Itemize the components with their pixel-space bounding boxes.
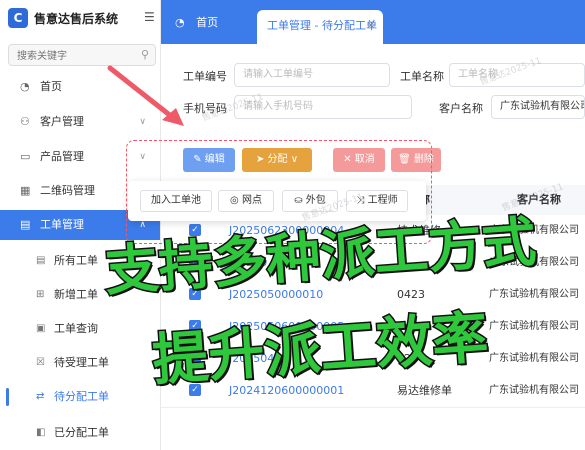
customer-select[interactable]: 广东试验机有限公司 [491, 95, 585, 119]
customer-cell: 广东试验机有限公司 [489, 289, 579, 300]
customer-cell: 广东试验机有限公司 [489, 353, 579, 364]
app-logo-icon: C [8, 8, 28, 28]
order-no-link[interactable]: J2025050000010 [229, 279, 323, 311]
order-no-link[interactable]: J20250 [229, 247, 267, 279]
sidebar-subitem-label: 所有工单 [54, 254, 98, 267]
pointer-arrow-icon [107, 65, 184, 126]
app-title: 售意达售后系统 [34, 12, 119, 26]
order-no-link[interactable]: J2024120600000001 [229, 375, 344, 407]
row-checkbox[interactable]: ✓ [189, 384, 201, 396]
table-row[interactable]: ✓ J20250 广东试验机有限公司 [161, 247, 585, 280]
customer-cell: 广东试验机有限公司 [489, 321, 579, 332]
sidebar-subitem-query[interactable]: ▣ 工单查询 [0, 314, 160, 344]
table-row[interactable]: ✓ J2025050000010 0423 广东试验机有限公司 [161, 279, 585, 312]
assigned-icon: ◧ [36, 427, 46, 438]
list-icon: ▤ [36, 255, 46, 266]
customer-label: 客户名称 [439, 102, 483, 115]
order-no-link[interactable]: J202504 [229, 343, 274, 375]
row-checkbox[interactable]: ✓ [189, 256, 201, 268]
menu-collapse-icon[interactable]: ☰ [144, 10, 155, 24]
table-row[interactable]: ✓ J2024120600000001 易达维修单 广东试验机有限公司 [161, 375, 585, 408]
sidebar-subitem-label: 已分配工单 [54, 426, 109, 439]
table-row[interactable]: ✓ J202504 1206 广东试验机有限公司 [161, 343, 585, 376]
assign-icon: ⇄ [36, 391, 45, 402]
add-doc-icon: ⊞ [36, 289, 45, 300]
row-checkbox[interactable]: ✓ [189, 352, 201, 364]
qrcode-icon: ▦ [20, 184, 31, 197]
sidebar-subitem-label: 待受理工单 [54, 356, 109, 369]
customer-cell: 广东试验机有限公司 [489, 225, 579, 236]
tab-label: 工单管理 - 待分配工单 [267, 19, 377, 32]
sidebar-subitem-assigned[interactable]: ◧ 已分配工单 [0, 418, 160, 448]
order-no-link[interactable]: J2025050600000005 [229, 311, 344, 343]
sidebar-subitem-label: 新增工单 [54, 288, 98, 301]
sidebar-subitem-to-assign[interactable]: ⇄ 待分配工单 [0, 382, 160, 412]
close-icon[interactable]: × [367, 10, 375, 42]
highlight-dashed-box [126, 140, 432, 244]
table-row[interactable]: ✓ J2025050600000005 广东试验机有限公司 [161, 311, 585, 344]
sidebar-subitem-new-order[interactable]: ⊞ 新增工单 [0, 280, 160, 310]
search-icon[interactable]: ⚲ [141, 48, 149, 61]
pending-icon: ☒ [36, 357, 45, 368]
sidebar-item-label: 客户管理 [40, 115, 84, 128]
box-icon: ▭ [20, 150, 31, 163]
search-doc-icon: ▣ [36, 323, 46, 334]
tab-to-assign-orders[interactable]: 工单管理 - 待分配工单 × [257, 10, 383, 44]
sidebar-subitem-label: 待分配工单 [54, 390, 109, 403]
order-no-input[interactable]: 请输入工单编号 [234, 63, 390, 87]
order-name-cell: 1206 [397, 352, 425, 365]
order-name-cell: 易达维修单 [397, 384, 452, 397]
sidebar-item-label: 工单管理 [40, 218, 84, 231]
sidebar-subitem-label: 工单查询 [54, 322, 98, 335]
row-checkbox[interactable]: ✓ [189, 288, 201, 300]
sidebar-item-label: 首页 [40, 80, 62, 93]
dashboard-icon: ◔ [175, 16, 185, 29]
tab-label: 首页 [196, 16, 219, 29]
sidebar-item-label: 二维码管理 [40, 184, 95, 197]
order-name-label: 工单名称 [400, 70, 444, 83]
sidebar-subitem-pending[interactable]: ☒ 待受理工单 [0, 348, 160, 378]
tab-bar: ◔ 首页 工单管理 - 待分配工单 × [161, 0, 585, 44]
customer-cell: 广东试验机有限公司 [489, 257, 579, 268]
tab-home[interactable]: ◔ 首页 [175, 8, 218, 38]
document-icon: ▤ [20, 218, 31, 231]
order-name-cell: 0423 [397, 288, 425, 301]
row-checkbox[interactable]: ✓ [189, 320, 201, 332]
sidebar-subitem-all-orders[interactable]: ▤ 所有工单 [0, 246, 160, 276]
sidebar-item-label: 产品管理 [40, 150, 84, 163]
user-icon: ⚇ [20, 115, 30, 128]
dashboard-icon: ◔ [20, 80, 30, 93]
customer-cell: 广东试验机有限公司 [489, 385, 579, 396]
